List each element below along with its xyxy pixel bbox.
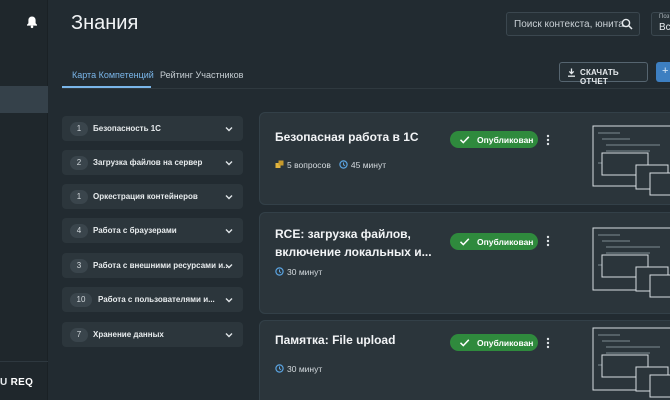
add-button[interactable]: + <box>656 62 670 82</box>
check-icon <box>459 238 470 246</box>
card-title[interactable]: Безопасная работа в 1С <box>275 128 445 146</box>
card-meta: 30 минут <box>275 267 322 277</box>
page-title: Знания <box>71 12 139 34</box>
sort-select-label: Поз <box>659 14 670 20</box>
competency-label: Загрузка файлов на сервер <box>93 158 203 167</box>
clock-icon <box>275 267 284 276</box>
code-illustration-icon <box>592 227 670 298</box>
rail-active-item[interactable] <box>0 86 48 113</box>
status-label: Опубликован <box>477 237 534 247</box>
status-label: Опубликован <box>477 135 534 145</box>
more-icon[interactable] <box>546 134 550 146</box>
competency-count: 1 <box>70 122 88 136</box>
competency-item[interactable]: 1 Оркестрация контейнеров <box>62 184 243 209</box>
download-icon <box>568 68 575 77</box>
knowledge-card[interactable]: RCE: загрузка файлов, включение локальны… <box>259 212 670 314</box>
competency-label: Безопасность 1С <box>93 124 161 133</box>
competency-item[interactable]: 10 Работа с пользователями и... <box>62 287 243 312</box>
download-report-label: СКАЧАТЬ ОТЧЕТ <box>580 68 619 86</box>
competency-count: 7 <box>70 328 88 342</box>
code-illustration-icon <box>592 125 670 196</box>
sort-select[interactable]: Поз Вс <box>651 12 670 36</box>
chevron-down-icon[interactable] <box>225 159 233 167</box>
rail-divider <box>0 361 48 362</box>
clock-icon <box>339 160 348 169</box>
search-icon[interactable] <box>621 18 633 30</box>
competency-count: 1 <box>70 190 88 204</box>
competency-item[interactable]: 2 Загрузка файлов на сервер <box>62 150 243 175</box>
card-duration: 45 минут <box>350 160 387 170</box>
questions-icon <box>275 160 284 168</box>
card-questions: 5 вопросов <box>287 160 331 170</box>
card-duration: 30 минут <box>287 364 323 374</box>
chevron-down-icon[interactable] <box>225 193 233 201</box>
competency-label: Работа с браузерами <box>93 226 177 235</box>
card-duration: 30 минут <box>287 267 323 277</box>
knowledge-card[interactable]: Памятка: File upload 30 минут Опубликова… <box>259 320 670 400</box>
clock-icon <box>275 364 284 373</box>
competency-label: Хранение данных <box>93 330 164 339</box>
search-placeholder: Поиск контекста, юнита <box>514 19 624 30</box>
chevron-down-icon[interactable] <box>225 262 233 270</box>
more-icon[interactable] <box>546 235 550 247</box>
brand-logo: U REQ <box>0 377 34 388</box>
competency-label: Работа с внешними ресурсами и... <box>93 261 230 270</box>
status-badge: Опубликован <box>450 233 538 250</box>
card-title[interactable]: Памятка: File upload <box>275 331 445 349</box>
tabs-divider <box>62 88 670 89</box>
competency-count: 3 <box>70 259 88 273</box>
tab-competency-map[interactable]: Карта Компетенций <box>72 70 154 80</box>
competency-count: 4 <box>70 224 88 238</box>
knowledge-card[interactable]: Безопасная работа в 1С 5 вопросов 45 мину… <box>259 112 670 205</box>
competency-item[interactable]: 7 Хранение данных <box>62 322 243 347</box>
code-illustration-icon <box>592 327 670 398</box>
bell-icon[interactable] <box>25 15 39 29</box>
card-meta: 5 вопросов 45 минут <box>275 160 386 170</box>
chevron-down-icon[interactable] <box>225 331 233 339</box>
card-meta: 30 минут <box>275 364 322 374</box>
competency-count: 10 <box>70 293 92 307</box>
competency-item[interactable]: 1 Безопасность 1С <box>62 116 243 141</box>
competency-item[interactable]: 4 Работа с браузерами <box>62 218 243 243</box>
competency-label: Оркестрация контейнеров <box>93 192 198 201</box>
competency-item[interactable]: 3 Работа с внешними ресурсами и... <box>62 253 243 278</box>
download-report-button[interactable]: СКАЧАТЬ ОТЧЕТ <box>559 62 648 86</box>
card-title[interactable]: RCE: загрузка файлов, включение локальны… <box>275 225 445 261</box>
sort-select-value: Вс <box>659 22 670 33</box>
competency-count: 2 <box>70 156 88 170</box>
status-badge: Опубликован <box>450 131 538 148</box>
chevron-down-icon[interactable] <box>225 227 233 235</box>
status-label: Опубликован <box>477 338 534 348</box>
competency-label: Работа с пользователями и... <box>98 295 215 304</box>
more-icon[interactable] <box>546 337 550 349</box>
chevron-down-icon[interactable] <box>225 296 233 304</box>
check-icon <box>459 339 470 347</box>
side-rail: U REQ <box>0 0 48 400</box>
chevron-down-icon[interactable] <box>225 125 233 133</box>
status-badge: Опубликован <box>450 334 538 351</box>
tab-participants-rating[interactable]: Рейтинг Участников <box>160 70 243 80</box>
check-icon <box>459 136 470 144</box>
search-input[interactable]: Поиск контекста, юнита <box>506 12 640 36</box>
